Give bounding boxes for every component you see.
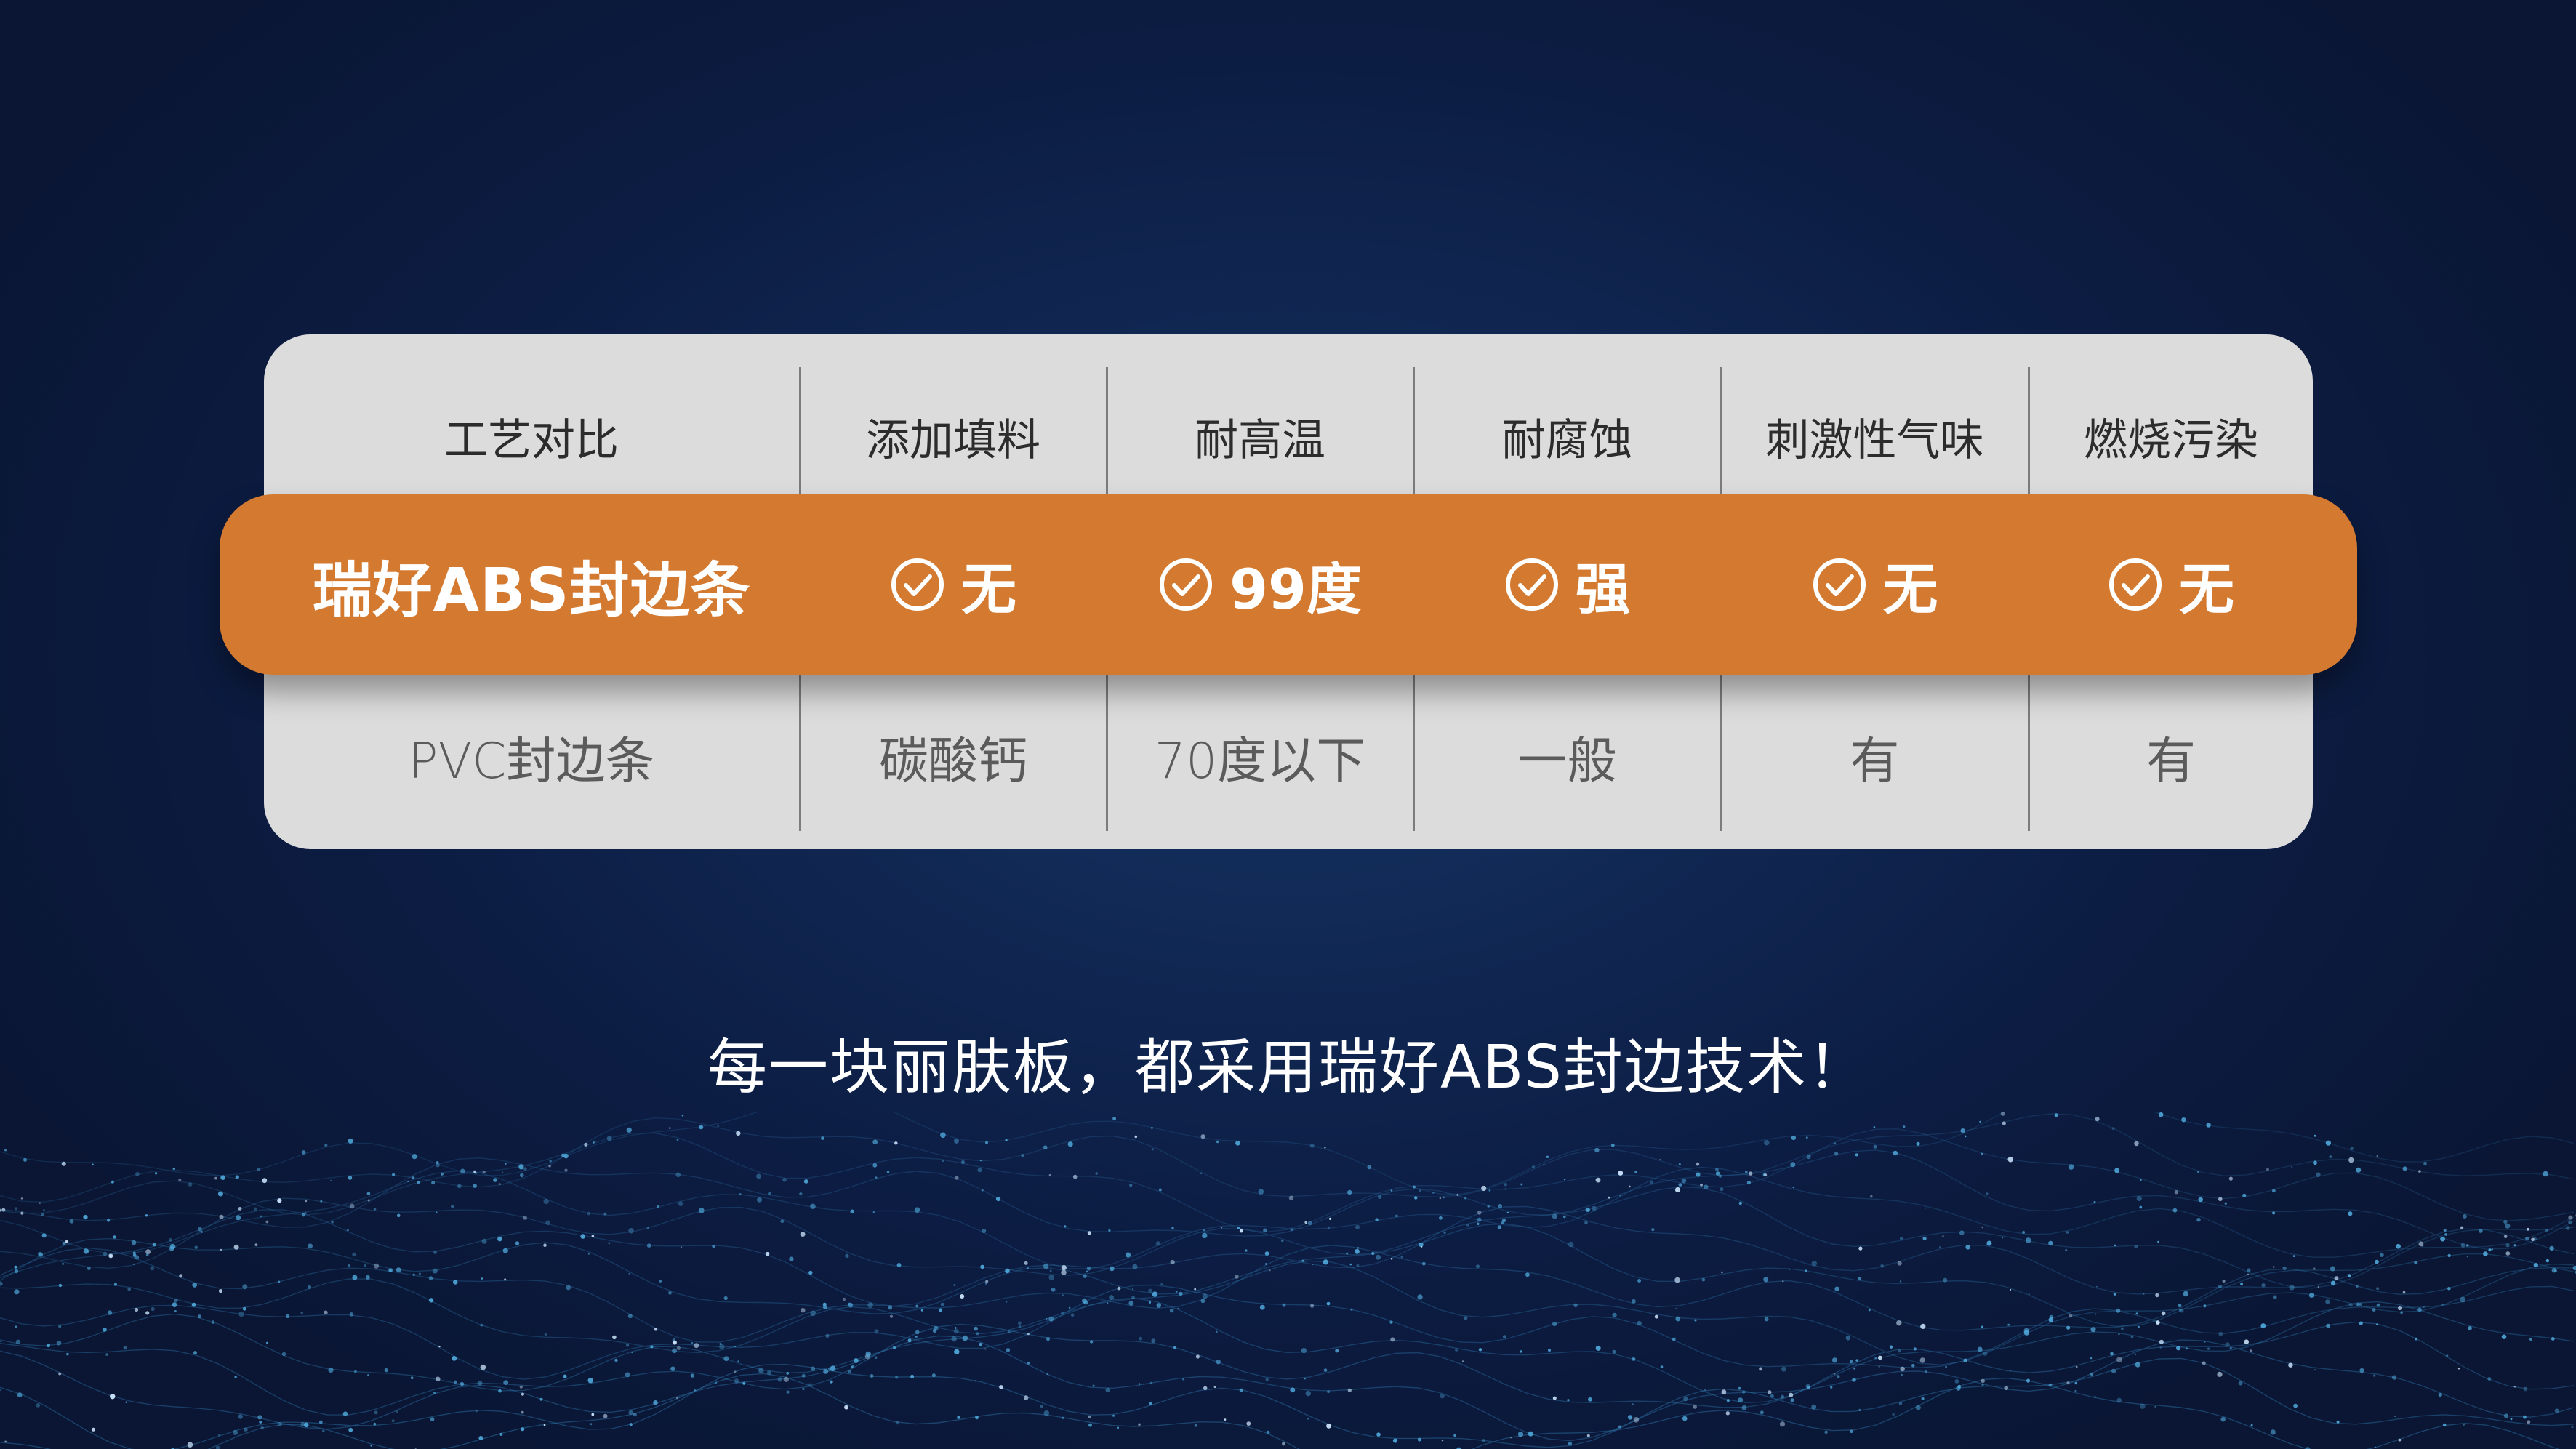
header-corrosion-resistance: 耐腐蚀 <box>1501 414 1633 466</box>
abs-row-name-label: 瑞好ABS封边条 <box>312 555 751 625</box>
abs-cell-pollution: 无 <box>2029 494 2313 675</box>
header-odor: 刺激性气味 <box>1765 414 1984 466</box>
abs-value-filler: 无 <box>961 557 1016 622</box>
header-filler: 添加填料 <box>866 414 1040 466</box>
abs-value-odor: 无 <box>1882 557 1938 622</box>
header-combustion-pollution: 燃烧污染 <box>2084 414 2258 466</box>
abs-value-heat: 99度 <box>1229 557 1362 622</box>
pvc-value-corrosion: 一般 <box>1517 732 1617 790</box>
check-circle-icon <box>1158 557 1213 612</box>
header-process-comparison: 工艺对比 <box>444 414 619 466</box>
pvc-value-heat: 70度以下 <box>1154 732 1366 790</box>
check-circle-icon <box>1812 557 1867 612</box>
check-circle-icon <box>1504 557 1560 612</box>
header-heat-resistance: 耐高温 <box>1195 414 1325 466</box>
pvc-value-odor: 有 <box>1850 732 1900 790</box>
abs-cell-corrosion: 强 <box>1414 494 1720 675</box>
tagline: 每一块丽肤板，都采用瑞好ABS封边技术！ <box>707 1032 1869 1102</box>
pvc-row-name: PVC封边条 <box>408 732 655 790</box>
pvc-value-filler: 碳酸钙 <box>878 732 1027 790</box>
abs-value-pollution: 无 <box>2179 557 2234 622</box>
abs-row-name: 瑞好ABS封边条 <box>264 494 799 675</box>
particle-wave-decoration <box>0 1112 2576 1449</box>
abs-cell-heat: 99度 <box>1107 494 1413 675</box>
check-circle-icon <box>2108 557 2163 612</box>
abs-value-corrosion: 强 <box>1575 557 1631 622</box>
abs-cell-filler: 无 <box>801 494 1106 675</box>
slide: 工艺对比 添加填料 耐高温 耐腐蚀 刺激性气味 燃烧污染 PVC封边条 碳酸钙 … <box>0 0 2576 1449</box>
abs-cell-odor: 无 <box>1722 494 2028 675</box>
pvc-value-pollution: 有 <box>2146 732 2196 790</box>
check-circle-icon <box>890 557 945 612</box>
